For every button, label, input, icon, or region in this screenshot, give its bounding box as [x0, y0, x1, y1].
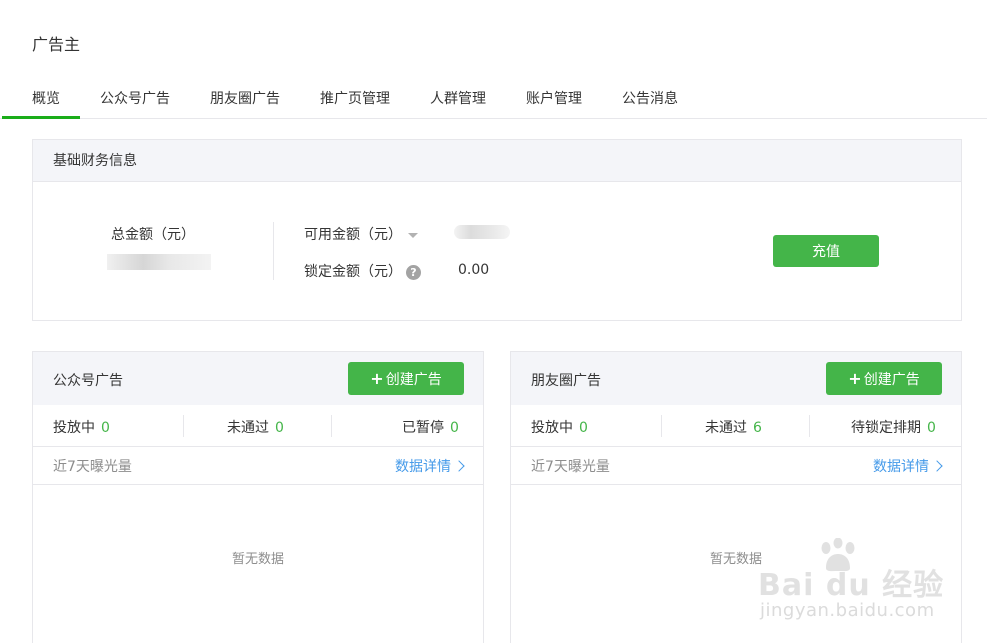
stat-value: 0: [101, 420, 110, 436]
stat-delivering[interactable]: 投放中 0: [53, 417, 110, 437]
moments-ads-card-title: 朋友圈广告: [531, 373, 601, 389]
stat-value: 0: [927, 420, 936, 436]
watermark-url: jingyan.baidu.com: [760, 600, 935, 621]
stat-label: 未通过: [705, 420, 747, 436]
available-amount-label: 可用金额（元）: [304, 227, 402, 243]
available-amount-value-blurred: [454, 225, 510, 239]
main-tabs: 概览 公众号广告 朋友圈广告 推广页管理 人群管理 账户管理 公告消息: [0, 79, 987, 119]
stat-value: 0: [450, 420, 459, 436]
exposure-7day-label: 近7天曝光量: [531, 459, 610, 475]
official-ads-card-title: 公众号广告: [53, 373, 123, 389]
total-amount-label: 总金额（元）: [111, 227, 195, 243]
data-details-link[interactable]: 数据详情: [395, 456, 465, 476]
finance-panel-title: 基础财务信息: [33, 140, 961, 182]
help-icon[interactable]: ?: [406, 264, 421, 280]
stat-pending-lock[interactable]: 待锁定排期 0: [851, 417, 936, 437]
locked-amount-row: 锁定金额（元）?: [304, 261, 421, 281]
available-amount-row: 可用金额（元）: [304, 224, 418, 244]
watermark-brand: Bai du 经验: [758, 568, 945, 603]
stat-label: 未通过: [227, 420, 269, 436]
moments-ads-stats: 投放中 0 未通过 6 待锁定排期 0: [511, 405, 961, 447]
data-details-label: 数据详情: [395, 459, 451, 475]
stat-delivering[interactable]: 投放中 0: [531, 417, 588, 437]
finance-divider: [273, 222, 274, 280]
moments-ads-trend-row: 近7天曝光量 数据详情: [511, 447, 961, 485]
empty-state-text: 暂无数据: [231, 552, 284, 567]
active-tab-indicator: [2, 116, 80, 119]
stat-paused[interactable]: 已暂停 0: [402, 417, 459, 437]
tab-audience[interactable]: 人群管理: [430, 88, 486, 108]
plus-icon: +: [848, 368, 862, 388]
stat-divider: [661, 415, 662, 437]
stat-value: 0: [579, 420, 588, 436]
tab-moments-ads[interactable]: 朋友圈广告: [210, 88, 280, 108]
finance-panel: 基础财务信息 总金额（元） 可用金额（元） 锁定金额（元）? 0.00 充值: [32, 139, 962, 321]
exposure-7day-label: 近7天曝光量: [53, 459, 132, 475]
data-details-label: 数据详情: [873, 459, 929, 475]
caret-down-icon[interactable]: [408, 232, 418, 238]
stat-label: 投放中: [531, 420, 573, 436]
baidu-jingyan-watermark: Bai du 经验 jingyan.baidu.com: [758, 538, 958, 628]
create-ad-label: 创建广告: [863, 371, 920, 388]
recharge-button[interactable]: 充值: [773, 235, 879, 267]
official-ads-trend-row: 近7天曝光量 数据详情: [33, 447, 483, 485]
page-title: 广告主: [32, 35, 81, 54]
stat-rejected[interactable]: 未通过 0: [227, 417, 284, 437]
create-ad-label: 创建广告: [385, 371, 442, 388]
stat-label: 投放中: [53, 420, 95, 436]
official-ads-card: 公众号广告 + 创建广告 投放中 0 未通过 0 已暂停 0 近7天曝光量 数据详情 暂…: [32, 351, 484, 643]
stat-divider: [809, 415, 810, 437]
official-ads-stats: 投放中 0 未通过 0 已暂停 0: [33, 405, 483, 447]
official-ads-card-header: 公众号广告 + 创建广告: [33, 352, 483, 405]
create-official-ad-button[interactable]: + 创建广告: [348, 362, 464, 395]
total-amount-value-blurred: [107, 254, 211, 270]
stat-value: 6: [753, 420, 762, 436]
stat-rejected[interactable]: 未通过 6: [705, 417, 762, 437]
stat-value: 0: [275, 420, 284, 436]
stat-divider: [183, 415, 184, 437]
tab-announcements[interactable]: 公告消息: [622, 88, 678, 108]
chevron-right-icon: [453, 460, 465, 472]
stat-label: 待锁定排期: [851, 420, 921, 436]
tab-official-account-ads[interactable]: 公众号广告: [100, 88, 170, 108]
data-details-link[interactable]: 数据详情: [873, 456, 943, 476]
plus-icon: +: [370, 368, 384, 388]
locked-amount-label: 锁定金额（元）: [304, 264, 402, 280]
stat-label: 已暂停: [402, 420, 444, 436]
create-moments-ad-button[interactable]: + 创建广告: [826, 362, 942, 395]
tab-landing-pages[interactable]: 推广页管理: [320, 88, 390, 108]
moments-ads-card-header: 朋友圈广告 + 创建广告: [511, 352, 961, 405]
tab-overview[interactable]: 概览: [32, 88, 60, 108]
stat-divider: [331, 415, 332, 437]
tab-account[interactable]: 账户管理: [526, 88, 582, 108]
chevron-right-icon: [931, 460, 943, 472]
locked-amount-value: 0.00: [458, 262, 490, 278]
